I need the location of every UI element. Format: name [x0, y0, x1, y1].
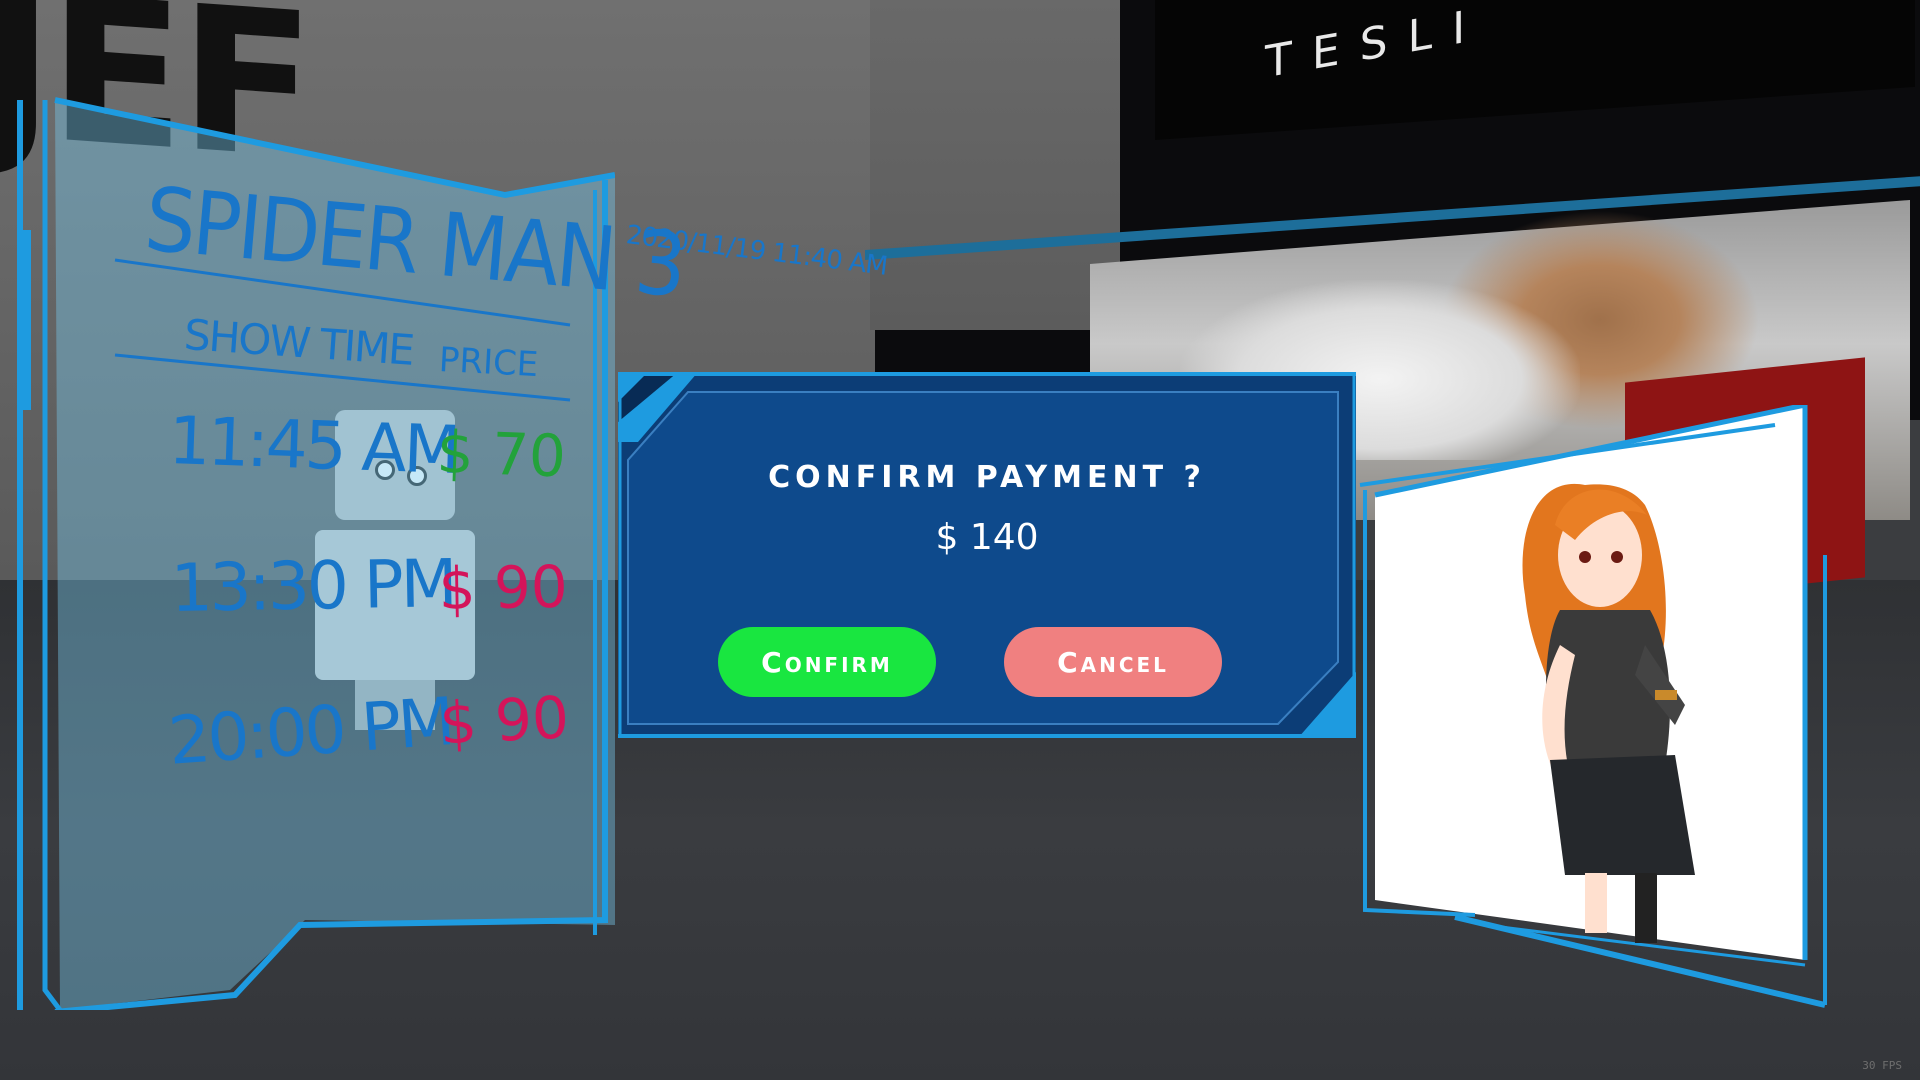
confirm-payment-dialog: CONFIRM PAYMENT ? $ 140 Confirm Cancel [618, 372, 1356, 738]
confirm-button[interactable]: Confirm [718, 627, 936, 697]
scene-wall-panel [870, 0, 1120, 330]
panel-left-accent [17, 230, 31, 410]
dialog-title: CONFIRM PAYMENT ? [768, 460, 1206, 495]
fps-counter: 30 FPS [1862, 1059, 1902, 1072]
payment-amount: $ 140 [935, 517, 1039, 558]
character-panel [1355, 405, 1835, 1025]
cancel-button[interactable]: Cancel [1004, 627, 1222, 697]
column-header-price: PRICE [437, 340, 540, 386]
showtime-price: $ 90 [438, 552, 569, 623]
anime-girl-avatar-icon [1522, 483, 1695, 943]
showtime-option[interactable]: 11:45 AM [167, 402, 459, 489]
showtime-option[interactable]: 13:30 PM [170, 545, 455, 627]
showtime-price: $ 70 [435, 418, 568, 491]
showtime-price: $ 90 [438, 683, 571, 758]
